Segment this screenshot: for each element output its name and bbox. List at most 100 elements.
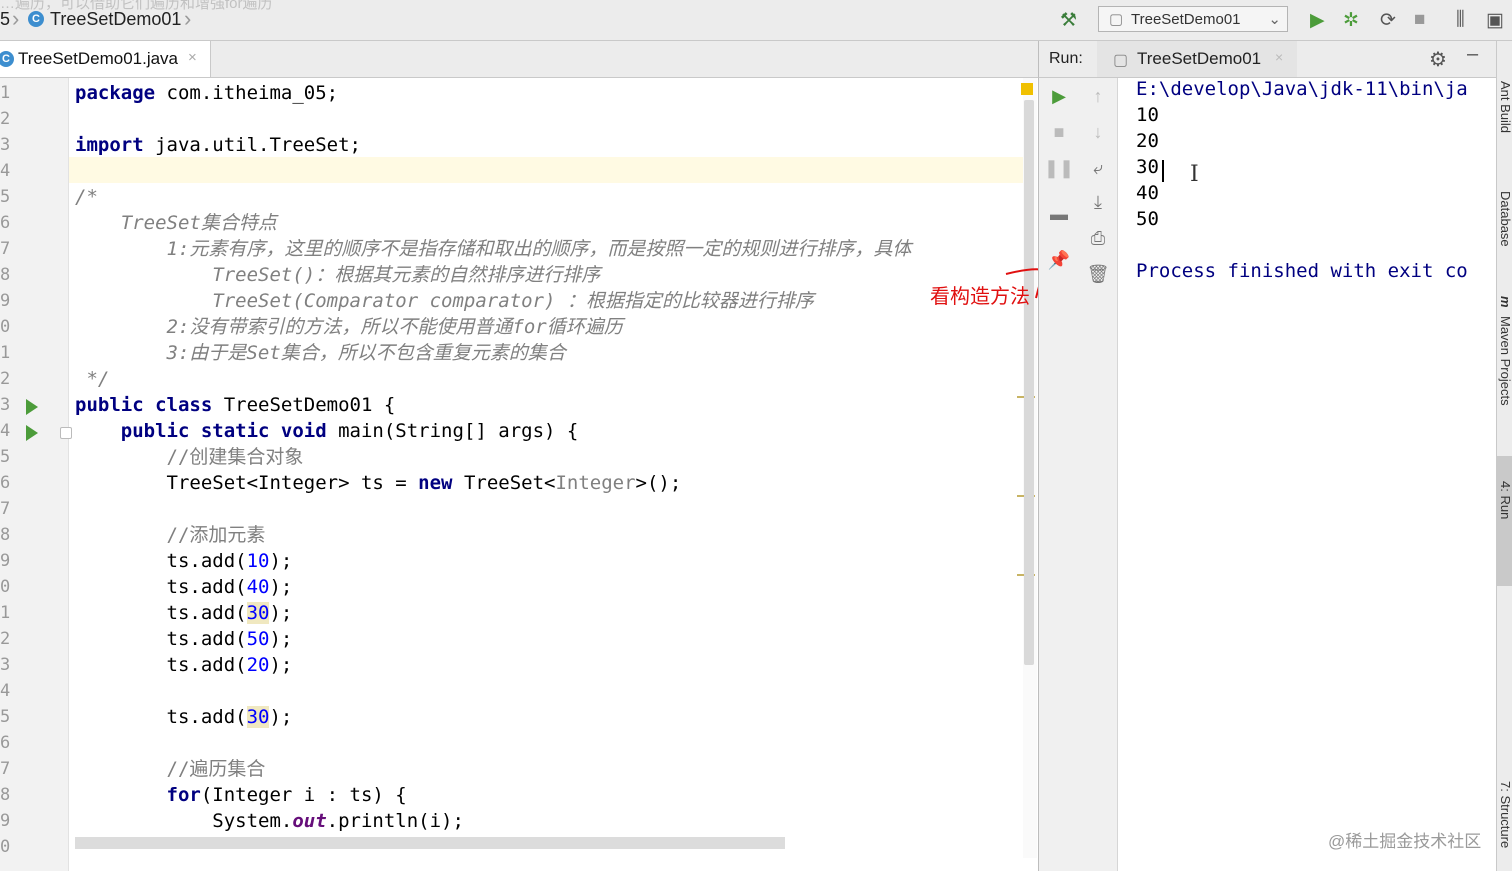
console-line: 20 bbox=[1136, 130, 1159, 152]
line-number: 6 bbox=[0, 213, 11, 233]
comment-line: TreeSet()：根据其元素的自然排序进行排序 bbox=[75, 264, 601, 286]
close-icon[interactable]: × bbox=[188, 49, 197, 66]
code-line: ts.add(20); bbox=[75, 654, 293, 676]
line-number: 0 bbox=[0, 577, 11, 597]
config-icon: ▢ bbox=[1109, 11, 1124, 28]
comment-line: */ bbox=[75, 368, 110, 390]
build-hammer-icon[interactable]: ⚒ bbox=[1060, 9, 1077, 32]
run-toolbar-secondary: ↑ ↓ ⤶ ⤓ ⎙ 🗑 bbox=[1079, 78, 1118, 871]
run-tab-treesetdemo01[interactable]: ▢ TreeSetDemo01 × bbox=[1097, 41, 1297, 77]
current-line-highlight bbox=[69, 157, 1023, 183]
console-line: Process finished with exit co bbox=[1136, 260, 1468, 282]
code-line: ts.add(40); bbox=[75, 576, 293, 598]
run-toolbar-primary: ▶ ■ ❚❚ ▬ 📌 bbox=[1038, 78, 1080, 871]
text-caret bbox=[1162, 160, 1164, 182]
chevron-down-icon: ⌄ bbox=[1268, 11, 1281, 28]
line-number: 6 bbox=[0, 733, 11, 753]
comment-line: /* bbox=[75, 186, 98, 208]
line-number-gutter: 1 2 3 4 5 6 7 8 9 0 1 2 3 4 5 6 7 8 9 0 … bbox=[0, 78, 72, 871]
layout-icon[interactable]: ▬ bbox=[1039, 204, 1079, 225]
run-label: Run: bbox=[1049, 50, 1083, 67]
stop-icon[interactable]: ■ bbox=[1039, 122, 1079, 143]
tool-database[interactable]: Database bbox=[1498, 191, 1512, 247]
console-output[interactable]: E:\develop\Java\jdk-11\bin\ja 10 20 30 4… bbox=[1118, 78, 1496, 871]
code-line: TreeSet<Integer> ts = new TreeSet<Intege… bbox=[75, 472, 682, 494]
run-config-label: TreeSetDemo01 bbox=[1131, 11, 1241, 28]
comment-line: TreeSet集合特点 bbox=[75, 212, 277, 234]
warning-indicator-icon[interactable] bbox=[1021, 83, 1033, 95]
line-number: 3 bbox=[0, 395, 11, 415]
line-number: 3 bbox=[0, 655, 11, 675]
arrow-up-icon[interactable]: ↑ bbox=[1078, 86, 1118, 107]
comment-line: 2:没有带索引的方法，所以不能使用普通for循环遍历 bbox=[75, 316, 623, 338]
tool-run[interactable]: 4: Run bbox=[1498, 481, 1512, 519]
run-class-gutter-icon[interactable] bbox=[26, 399, 38, 415]
line-number: 8 bbox=[0, 785, 11, 805]
line-number: 1 bbox=[0, 83, 11, 103]
run-icon[interactable]: ▶ bbox=[1310, 9, 1325, 32]
code-line: ts.add(30); bbox=[75, 602, 293, 624]
close-icon[interactable]: × bbox=[1275, 49, 1283, 65]
line-number: 5 bbox=[0, 707, 11, 727]
debug-bug-icon[interactable]: ✲ bbox=[1343, 9, 1359, 32]
ibeam-cursor-icon: I bbox=[1190, 162, 1199, 187]
line-number: 6 bbox=[0, 473, 11, 493]
line-number: 5 bbox=[0, 447, 11, 467]
line-number: 8 bbox=[0, 265, 11, 285]
comment-line: //添加元素 bbox=[75, 524, 266, 546]
coverage-icon[interactable]: ⟳ bbox=[1380, 9, 1396, 32]
arrow-down-icon[interactable]: ↓ bbox=[1078, 122, 1118, 143]
navigation-bar: …遍历，可以借助它们遍历和增强for遍历 5 › C TreeSetDemo01… bbox=[0, 0, 1512, 41]
line-number: 4 bbox=[0, 161, 11, 181]
console-line: E:\develop\Java\jdk-11\bin\ja bbox=[1136, 78, 1468, 100]
run-configuration-select[interactable]: TreeSetDemo01 ▢ ⌄ bbox=[1098, 6, 1288, 32]
active-tool-highlight bbox=[1497, 456, 1512, 586]
run-tab-label: TreeSetDemo01 bbox=[1137, 49, 1262, 68]
editor-tab-treesetdemo01[interactable]: C TreeSetDemo01.java × bbox=[0, 41, 211, 77]
soft-wrap-icon[interactable]: ⤶ bbox=[1078, 158, 1118, 179]
line-number: 7 bbox=[0, 499, 11, 519]
line-number: 7 bbox=[0, 239, 11, 259]
settings-icon[interactable]: ▣ bbox=[1486, 9, 1504, 32]
code-line: ts.add(10); bbox=[75, 550, 293, 572]
pin-icon[interactable]: 📌 bbox=[1039, 250, 1079, 271]
line-number: 9 bbox=[0, 291, 11, 311]
editor-vertical-scrollbar[interactable] bbox=[1024, 100, 1034, 665]
line-number: 4 bbox=[0, 421, 11, 441]
print-icon[interactable]: ⎙ bbox=[1078, 228, 1118, 249]
maven-icon: m bbox=[1498, 296, 1512, 308]
minimize-icon[interactable]: – bbox=[1467, 43, 1478, 66]
run-main-gutter-icon[interactable] bbox=[26, 425, 38, 441]
right-tool-strip: Ant Build Database m Maven Projects 4: R… bbox=[1496, 41, 1512, 871]
line-number: 2 bbox=[0, 109, 11, 129]
breadcrumb-package[interactable]: 5 bbox=[0, 9, 10, 30]
trash-icon[interactable]: 🗑 bbox=[1078, 264, 1118, 285]
run-tool-window-header: Run: ▢ TreeSetDemo01 × ⚙ – bbox=[1038, 41, 1497, 78]
tool-maven-projects[interactable]: Maven Projects bbox=[1498, 316, 1512, 406]
scroll-to-end-icon[interactable]: ⤓ bbox=[1078, 192, 1118, 213]
code-line: public class TreeSetDemo01 { bbox=[75, 394, 396, 416]
breadcrumb-class[interactable]: TreeSetDemo01 bbox=[50, 9, 181, 30]
code-editor[interactable]: package com.itheima_05; import java.util… bbox=[69, 78, 1023, 838]
tool-structure[interactable]: 7: Structure bbox=[1498, 781, 1512, 848]
gear-icon[interactable]: ⚙ bbox=[1429, 47, 1447, 72]
code-line: import java.util.TreeSet; bbox=[75, 134, 361, 156]
pause-icon[interactable]: ❚❚ bbox=[1039, 158, 1079, 179]
code-line: package com.itheima_05; bbox=[75, 82, 339, 104]
comment-line: //遍历集合 bbox=[75, 758, 266, 780]
line-number: 2 bbox=[0, 369, 11, 389]
comment-line: 3:由于是Set集合，所以不包含重复元素的集合 bbox=[75, 342, 566, 364]
line-number: 8 bbox=[0, 525, 11, 545]
tool-ant-build[interactable]: Ant Build bbox=[1498, 81, 1512, 133]
rerun-icon[interactable]: ▶ bbox=[1039, 86, 1079, 107]
console-line: 10 bbox=[1136, 104, 1159, 126]
editor-horizontal-scrollbar[interactable] bbox=[75, 837, 785, 849]
structure-icon[interactable]: ⫼ bbox=[1456, 9, 1465, 31]
stop-icon[interactable]: ■ bbox=[1414, 9, 1425, 31]
comment-line: TreeSet(Comparator comparator) ：根据指定的比较器… bbox=[75, 290, 814, 312]
code-line: public static void main(String[] args) { bbox=[75, 420, 579, 442]
console-line: 40 bbox=[1136, 182, 1159, 204]
line-number: 3 bbox=[0, 135, 11, 155]
comment-line: 1:元素有序，这里的顺序不是指存储和取出的顺序，而是按照一定的规则进行排序，具体 bbox=[75, 238, 912, 260]
editor-tab-label: TreeSetDemo01.java bbox=[18, 49, 179, 68]
